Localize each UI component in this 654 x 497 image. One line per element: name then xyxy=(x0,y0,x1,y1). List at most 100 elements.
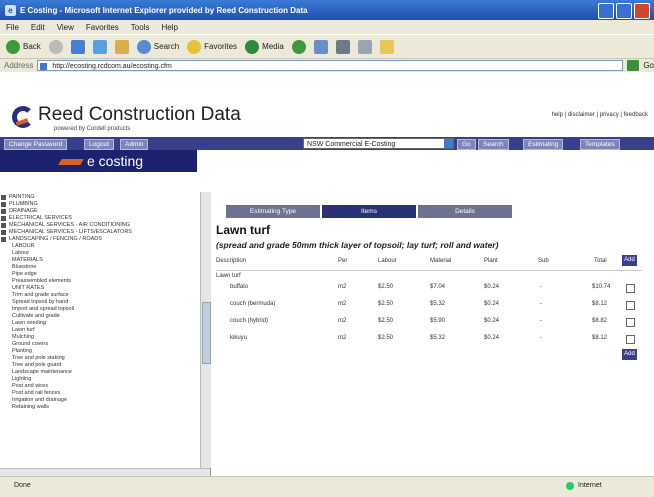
media-icon xyxy=(245,39,260,54)
table-row-labour: $2.50 xyxy=(378,284,394,290)
back-arrow-icon xyxy=(6,39,20,54)
tree-child[interactable]: Mulching xyxy=(12,334,34,340)
menu-file[interactable]: File xyxy=(6,23,19,32)
favorites-button[interactable]: Favorites xyxy=(187,39,237,54)
media-button[interactable]: Media xyxy=(245,39,284,54)
menu-edit[interactable]: Edit xyxy=(31,23,45,32)
menu-tools[interactable]: Tools xyxy=(131,23,150,32)
tree-item-selected[interactable]: LANDSCAPING / FENCING / ROADS xyxy=(0,236,102,242)
tree-child[interactable]: Tree and pole guard xyxy=(12,362,61,368)
tree-child[interactable]: Retaining walls xyxy=(12,404,49,410)
top-links[interactable]: help | disclaimer | privacy | feedback xyxy=(552,112,648,118)
menu-view[interactable]: View xyxy=(57,23,74,32)
back-button[interactable]: Back xyxy=(6,39,41,54)
close-icon[interactable] xyxy=(634,3,650,19)
tree-child[interactable]: Lawn seeding xyxy=(12,320,46,326)
logout-button[interactable]: Logout xyxy=(84,139,114,150)
estimate-type-select[interactable]: NSW Commercial E-Costing xyxy=(303,138,454,149)
tree-child[interactable]: Lawn turf xyxy=(12,327,35,333)
tree-child[interactable]: Cultivate and grade xyxy=(12,313,60,319)
go-button[interactable]: Go xyxy=(457,139,476,150)
star-icon xyxy=(187,39,202,54)
mail-icon[interactable] xyxy=(313,39,328,54)
col-total: Total xyxy=(594,258,607,264)
tree-child[interactable]: Post and wires xyxy=(12,383,48,389)
tree-child[interactable]: Lighting xyxy=(12,376,31,382)
status-bar: Done Internet xyxy=(0,476,654,497)
forward-arrow-icon[interactable] xyxy=(48,39,63,54)
change-password-button[interactable]: Change Password xyxy=(4,139,68,150)
tree-child[interactable]: Bluestone xyxy=(12,264,36,270)
tree-child[interactable]: Preassembled elements xyxy=(12,278,71,284)
tree-child[interactable]: UNIT RATES xyxy=(12,285,44,291)
tree-child[interactable]: Trim and grade surface xyxy=(12,292,69,298)
tree-item[interactable]: PAINTING xyxy=(0,194,35,200)
tree-item[interactable]: DRAINAGE xyxy=(0,208,38,214)
chevron-down-icon[interactable] xyxy=(444,139,453,148)
menu-help[interactable]: Help xyxy=(161,23,177,32)
address-label: Address xyxy=(4,61,34,70)
tree-child[interactable]: MATERIALS xyxy=(12,257,43,263)
table-row-labour: $2.50 xyxy=(378,301,394,307)
internet-zone-icon xyxy=(566,482,574,490)
search-button[interactable]: Search xyxy=(136,39,179,54)
home-icon[interactable] xyxy=(114,39,129,54)
tree-scroll-thumb[interactable] xyxy=(202,302,211,364)
tree-child[interactable]: Labour xyxy=(12,250,29,256)
search-icon xyxy=(136,39,151,54)
ecosting-logo-icon xyxy=(58,159,84,165)
tab-items[interactable]: Items xyxy=(322,205,416,218)
tree-child[interactable]: Planting xyxy=(12,348,32,354)
tree-child[interactable]: Post and rail fences xyxy=(12,390,60,396)
tab-estimating-type[interactable]: Estimating Type xyxy=(226,205,320,218)
estimating-button[interactable]: Estimating xyxy=(523,139,564,150)
table-row-description: buffalo xyxy=(230,284,248,290)
folder-icon[interactable] xyxy=(379,39,394,54)
admin-button[interactable]: Admin xyxy=(120,139,149,150)
tree-item[interactable]: PLUMBING xyxy=(0,201,38,207)
tree-scrollbar[interactable] xyxy=(200,192,211,468)
table-row-total: $8.12 xyxy=(592,335,608,341)
page-subtitle: (spread and grade 50mm thick layer of to… xyxy=(216,240,499,250)
address-input[interactable]: http://ecosting.rcdcom.au/ecosting.cfm xyxy=(37,60,624,71)
menu-favorites[interactable]: Favorites xyxy=(86,23,119,32)
minimize-icon[interactable] xyxy=(598,3,614,19)
tree-child[interactable]: Irrigation and drainage xyxy=(12,397,67,403)
tree-item[interactable]: ELECTRICAL SERVICES xyxy=(0,215,72,221)
table-row-description: couch (hybrid) xyxy=(230,318,269,324)
templates-button[interactable]: Templates xyxy=(580,139,620,150)
tab-details[interactable]: Details xyxy=(418,205,512,218)
row-checkbox[interactable] xyxy=(626,318,635,327)
maximize-icon[interactable] xyxy=(616,3,632,19)
tree-child[interactable]: Tree and pole staking xyxy=(12,355,65,361)
table-row-total: $10.74 xyxy=(592,284,611,290)
table-row-per: m2 xyxy=(338,301,347,307)
brand-powered: powered by Cordell products xyxy=(54,126,131,132)
edit-icon[interactable] xyxy=(357,39,372,54)
go-arrow-icon[interactable] xyxy=(627,60,640,71)
tree-child[interactable]: Spread topsoil by hand xyxy=(12,299,68,305)
table-row-per: m2 xyxy=(338,284,347,290)
add-button-top[interactable]: Add xyxy=(622,255,637,266)
col-labour: Labour xyxy=(378,258,397,264)
row-checkbox[interactable] xyxy=(626,284,635,293)
search-button-site[interactable]: Search xyxy=(478,139,509,150)
print-icon[interactable] xyxy=(335,39,350,54)
row-checkbox[interactable] xyxy=(626,335,635,344)
tree-item[interactable]: MECHANICAL SERVICES - LIFTS/ESCALATORS xyxy=(0,229,132,235)
tree-child[interactable]: LABOUR xyxy=(12,243,35,249)
history-icon[interactable] xyxy=(291,39,306,54)
tree-child[interactable]: Pipe edge xyxy=(12,271,37,277)
tree-child[interactable]: Import and spread topsoil xyxy=(12,306,74,312)
tree-item[interactable]: MECHANICAL SERVICES - AIR CONDITIONING xyxy=(0,222,130,228)
stop-icon[interactable] xyxy=(70,39,85,54)
table-row-description: couch (bermuda) xyxy=(230,301,276,307)
add-button-bottom[interactable]: Add xyxy=(622,349,637,360)
group-label: Lawn turf xyxy=(216,273,241,279)
address-go[interactable]: Go xyxy=(643,61,654,70)
tree-child[interactable]: Ground covers xyxy=(12,341,48,347)
row-checkbox[interactable] xyxy=(626,301,635,310)
tree-child[interactable]: Landscape maintenance xyxy=(12,369,72,375)
refresh-icon[interactable] xyxy=(92,39,107,54)
col-per: Per xyxy=(338,258,348,264)
